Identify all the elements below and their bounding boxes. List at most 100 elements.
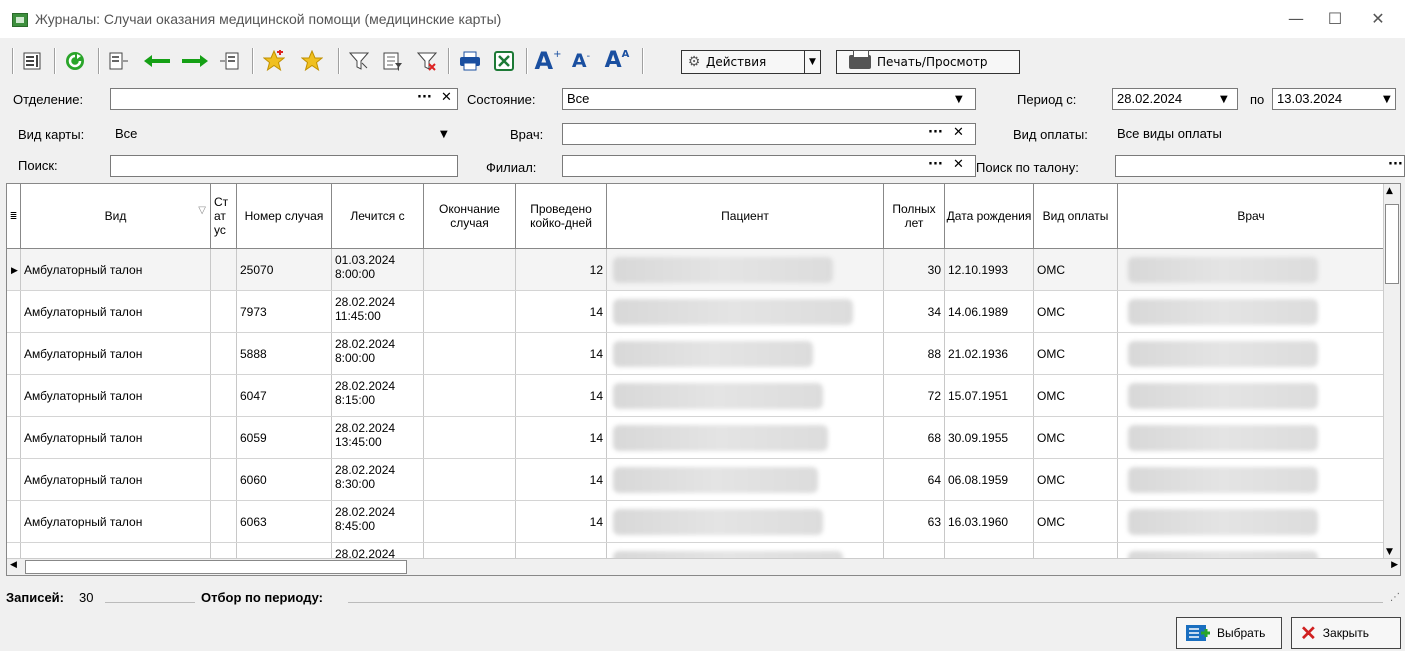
cell-case-no[interactable]: 6059 <box>237 417 332 458</box>
row-indicator[interactable] <box>7 459 21 500</box>
clear-filter-icon[interactable] <box>414 47 440 75</box>
department-clear-icon[interactable]: ✕ <box>441 90 452 105</box>
cell-status[interactable] <box>211 459 237 500</box>
cell-payment[interactable]: ОМС <box>1034 333 1118 374</box>
cell-birth-date[interactable]: 12.10.1993 <box>945 249 1034 290</box>
cell-birth-date[interactable]: 06.08.1959 <box>945 459 1034 500</box>
search-input[interactable] <box>110 155 458 177</box>
chevron-down-icon[interactable]: ▼ <box>955 94 963 105</box>
cell-birth-date[interactable]: 14.06.1989 <box>945 291 1034 332</box>
header-type[interactable]: Вид ▽ <box>21 184 211 248</box>
cell-birth-date[interactable]: 15.07.1951 <box>945 375 1034 416</box>
cell-case-end[interactable] <box>424 459 516 500</box>
excel-icon[interactable] <box>490 47 518 75</box>
scroll-up-icon[interactable]: ▲ <box>1386 186 1393 196</box>
filter-edit-icon[interactable] <box>380 47 406 75</box>
header-treated-from[interactable]: Лечится с <box>332 184 424 248</box>
resize-grip-icon[interactable]: ⋰ <box>1390 592 1400 603</box>
cell-doctor[interactable] <box>1118 249 1384 290</box>
cell-treated-from[interactable]: 01.03.2024 8:00:00 <box>332 249 424 290</box>
cell-case-end[interactable] <box>424 249 516 290</box>
vertical-scrollbar[interactable]: ▲ ▼ <box>1383 184 1400 559</box>
add-star-icon[interactable] <box>260 47 288 75</box>
cell-age[interactable]: 30 <box>884 249 945 290</box>
table-row[interactable]: Амбулаторный талон 6059 28.02.2024 13:45:0… <box>7 417 1384 459</box>
header-patient[interactable]: Пациент <box>607 184 884 248</box>
cell-status[interactable] <box>211 375 237 416</box>
cell-treated-from[interactable]: 28.02.2024 13:45:00 <box>332 417 424 458</box>
cell-case-end[interactable] <box>424 333 516 374</box>
header-case-end[interactable]: Окончание случая <box>424 184 516 248</box>
cell-payment[interactable]: ОМС <box>1034 501 1118 542</box>
cell-patient[interactable] <box>607 417 884 458</box>
header-status[interactable]: Ст ат ус <box>211 184 237 248</box>
scroll-left-icon[interactable]: ◀ <box>10 560 17 570</box>
department-field[interactable] <box>110 88 458 110</box>
doctor-field[interactable] <box>562 123 976 145</box>
row-indicator[interactable] <box>7 333 21 374</box>
cell-treated-from[interactable]: 28.02.2024 11:45:00 <box>332 291 424 332</box>
cell-treated-from[interactable]: 28.02.2024 8:45:00 <box>332 501 424 542</box>
font-increase-icon[interactable]: A + <box>532 47 564 75</box>
cell-type[interactable]: Амбулаторный талон <box>21 375 211 416</box>
close-button[interactable]: ✕ Закрыть <box>1291 617 1401 649</box>
ticket-search-field[interactable] <box>1115 155 1405 177</box>
scroll-thumb[interactable] <box>1385 204 1399 284</box>
cell-case-no[interactable]: 25070 <box>237 249 332 290</box>
cell-payment[interactable]: ОМС <box>1034 417 1118 458</box>
cell-patient[interactable] <box>607 249 884 290</box>
doctor-select-button[interactable]: ··· <box>928 125 943 140</box>
chevron-down-icon[interactable]: ▼ <box>1220 94 1228 105</box>
cell-patient[interactable] <box>607 459 884 500</box>
cell-type[interactable]: Амбулаторный талон <box>21 291 211 332</box>
header-payment[interactable]: Вид оплаты <box>1034 184 1118 248</box>
arrow-left-icon[interactable] <box>140 47 174 75</box>
cell-type[interactable]: Амбулаторный талон <box>21 249 211 290</box>
header-case-no[interactable]: Номер случая <box>237 184 332 248</box>
cell-doctor[interactable] <box>1118 375 1384 416</box>
font-reset-icon[interactable]: AA <box>600 47 634 75</box>
scroll-thumb[interactable] <box>25 560 407 574</box>
cell-payment[interactable]: ОМС <box>1034 249 1118 290</box>
header-birth-date[interactable]: Дата рождения <box>945 184 1034 248</box>
print-icon[interactable] <box>456 47 484 75</box>
chevron-down-icon[interactable]: ▼ <box>1383 94 1391 105</box>
cell-case-no[interactable]: 6063 <box>237 501 332 542</box>
cell-patient[interactable] <box>607 291 884 332</box>
cell-age[interactable]: 72 <box>884 375 945 416</box>
table-row[interactable]: Амбулаторный талон 5888 28.02.2024 8:00:00… <box>7 333 1384 375</box>
branch-clear-icon[interactable]: ✕ <box>953 157 964 172</box>
cell-case-end[interactable] <box>424 375 516 416</box>
cell-bed-days[interactable]: 14 <box>516 375 607 416</box>
cell-age[interactable]: 64 <box>884 459 945 500</box>
doctor-clear-icon[interactable]: ✕ <box>953 125 964 140</box>
cell-case-end[interactable] <box>424 417 516 458</box>
cell-bed-days[interactable]: 14 <box>516 501 607 542</box>
cell-patient[interactable] <box>607 501 884 542</box>
cell-bed-days[interactable]: 14 <box>516 333 607 374</box>
cell-payment[interactable]: ОМС <box>1034 375 1118 416</box>
cell-case-end[interactable] <box>424 501 516 542</box>
cell-birth-date[interactable]: 16.03.1960 <box>945 501 1034 542</box>
star-icon[interactable] <box>298 47 326 75</box>
cell-type[interactable]: Амбулаторный талон <box>21 417 211 458</box>
cell-case-no[interactable]: 7973 <box>237 291 332 332</box>
font-decrease-icon[interactable]: A- <box>566 47 596 75</box>
cell-treated-from[interactable]: 28.02.2024 8:30:00 <box>332 459 424 500</box>
branch-select-button[interactable]: ··· <box>928 157 943 172</box>
cell-age[interactable]: 63 <box>884 501 945 542</box>
chevron-down-icon[interactable]: ▼ <box>440 129 448 140</box>
cell-case-no[interactable]: 6047 <box>237 375 332 416</box>
cell-age[interactable]: 68 <box>884 417 945 458</box>
card-type-select[interactable]: Все <box>110 123 458 145</box>
department-select-button[interactable]: ··· <box>417 90 432 105</box>
cell-patient[interactable] <box>607 333 884 374</box>
table-row[interactable]: Амбулаторный талон 7973 28.02.2024 11:45:0… <box>7 291 1384 333</box>
row-indicator[interactable] <box>7 291 21 332</box>
cell-payment[interactable]: ОМС <box>1034 291 1118 332</box>
cell-doctor[interactable] <box>1118 291 1384 332</box>
table-row[interactable]: Амбулаторный талон 6047 28.02.2024 8:15:00… <box>7 375 1384 417</box>
cell-status[interactable] <box>211 417 237 458</box>
close-window-button[interactable]: ✕ <box>1363 6 1393 32</box>
cell-treated-from[interactable]: 28.02.2024 8:00:00 <box>332 333 424 374</box>
